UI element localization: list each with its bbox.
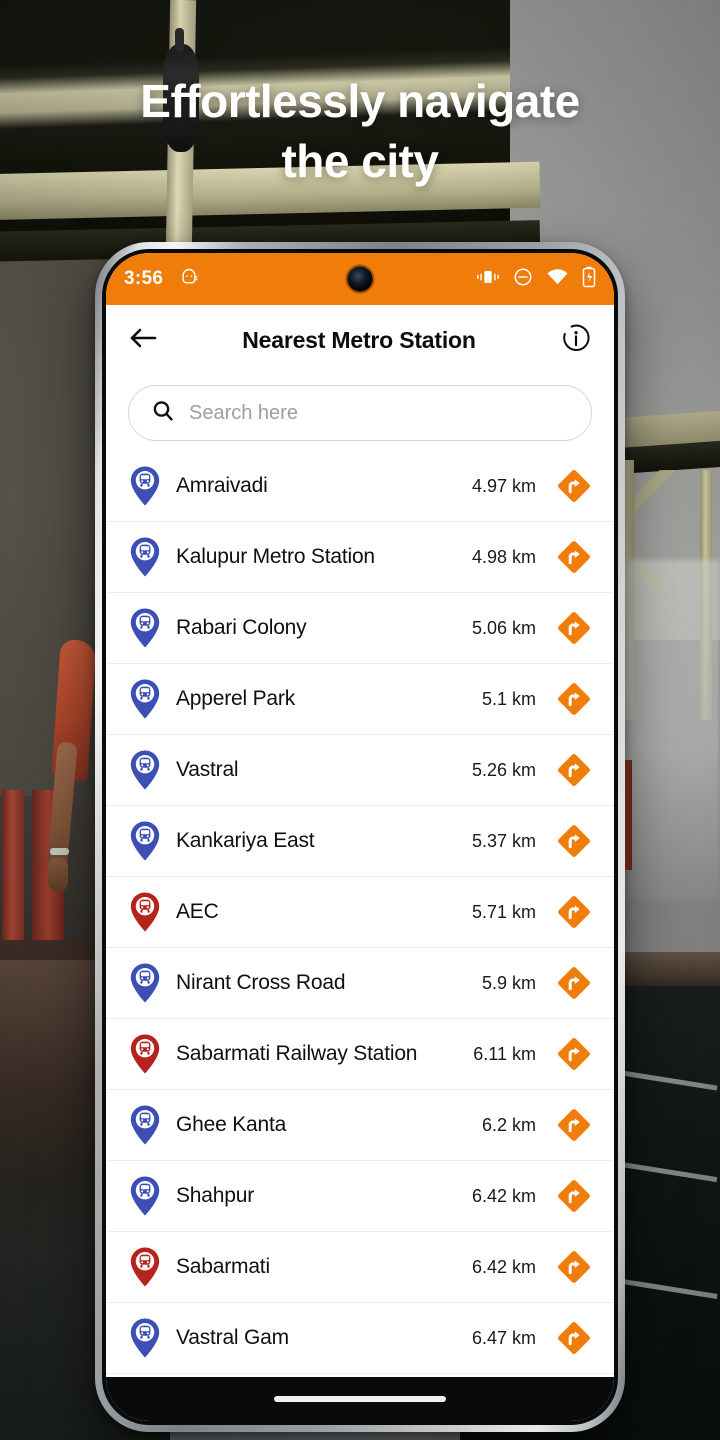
- station-name: Sabarmati Railway Station: [176, 1042, 418, 1065]
- status-bar-right: [476, 253, 596, 305]
- station-name: Amraivadi: [176, 474, 268, 497]
- railway-station-pin-icon: [128, 891, 162, 933]
- directions-arrow-icon[interactable]: [556, 1107, 592, 1143]
- list-item[interactable]: Nirant Cross Road 5.9 km: [106, 948, 614, 1019]
- station-distance: 4.97 km: [471, 475, 536, 496]
- wifi-icon: [546, 268, 569, 291]
- list-item[interactable]: Ghee Kanta 6.2 km: [106, 1090, 614, 1161]
- station-name: Vastral Gam: [176, 1326, 289, 1349]
- metro-station-pin-icon: [128, 820, 162, 862]
- station-distance: 5.26 km: [471, 759, 536, 780]
- directions-arrow-icon[interactable]: [556, 1249, 592, 1285]
- metro-station-pin-icon: [128, 1104, 162, 1146]
- station-distance: 5.06 km: [471, 617, 536, 638]
- station-distance: 6.42 km: [471, 1185, 536, 1206]
- station-distance: 4.98 km: [471, 546, 536, 567]
- status-bar: 3:56: [106, 253, 614, 305]
- metro-station-pin-icon: [128, 749, 162, 791]
- list-item[interactable]: Kalupur Metro Station 4.98 km: [106, 522, 614, 593]
- list-item[interactable]: Vastral Gam 6.47 km: [106, 1303, 614, 1374]
- list-item[interactable]: Apperel Park 5.1 km: [106, 664, 614, 735]
- search-icon: [151, 399, 175, 428]
- station-distance: 6.47 km: [471, 1327, 536, 1348]
- railway-station-pin-icon: [128, 1246, 162, 1288]
- search-placeholder: Search here: [189, 401, 298, 424]
- list-item[interactable]: Amraivadi 4.97 km: [106, 451, 614, 522]
- search-input[interactable]: Search here: [128, 385, 592, 441]
- directions-arrow-icon[interactable]: [556, 539, 592, 575]
- front-camera-punch-hole: [347, 266, 373, 292]
- info-icon[interactable]: [560, 322, 592, 359]
- station-name: Ghee Kanta: [176, 1113, 287, 1136]
- status-bar-clock: 3:56: [124, 268, 164, 289]
- metro-station-pin-icon: [128, 536, 162, 578]
- page-title: Nearest Metro Station: [242, 326, 476, 353]
- station-distance: 5.71 km: [471, 901, 536, 922]
- battery-charging-icon: [582, 266, 596, 293]
- station-distance: 5.9 km: [481, 972, 536, 993]
- station-name: Kankariya East: [176, 829, 315, 852]
- station-distance: 6.11 km: [473, 1043, 536, 1064]
- back-arrow-icon[interactable]: [128, 326, 158, 355]
- metro-station-pin-icon: [128, 607, 162, 649]
- list-item[interactable]: Kankariya East 5.37 km: [106, 806, 614, 877]
- app-header: Nearest Metro Station: [106, 305, 614, 375]
- station-distance: 6.2 km: [481, 1114, 536, 1135]
- railway-station-pin-icon: [128, 1033, 162, 1075]
- directions-arrow-icon[interactable]: [556, 610, 592, 646]
- station-name: Nirant Cross Road: [176, 971, 346, 994]
- directions-arrow-icon[interactable]: [556, 894, 592, 930]
- directions-arrow-icon[interactable]: [556, 823, 592, 859]
- directions-arrow-icon[interactable]: [556, 965, 592, 1001]
- directions-arrow-icon[interactable]: [556, 752, 592, 788]
- list-item[interactable]: Sabarmati 6.42 km: [106, 1232, 614, 1303]
- directions-arrow-icon[interactable]: [556, 1178, 592, 1214]
- station-distance: 5.37 km: [471, 830, 536, 851]
- metro-station-pin-icon: [128, 465, 162, 507]
- phone-screen: 3:56 Nearest Metro Station Search here A…: [106, 253, 614, 1421]
- promo-headline: Effortlessly navigate the city: [140, 75, 580, 187]
- metro-station-pin-icon: [128, 1175, 162, 1217]
- directions-arrow-icon[interactable]: [556, 1036, 592, 1072]
- metro-station-pin-icon: [128, 1317, 162, 1359]
- list-item[interactable]: Shahpur 6.42 km: [106, 1161, 614, 1232]
- station-distance: 5.1 km: [481, 688, 536, 709]
- station-name: Shahpur: [176, 1184, 254, 1207]
- list-item[interactable]: AEC 5.71 km: [106, 877, 614, 948]
- metro-station-pin-icon: [128, 962, 162, 1004]
- do-not-disturb-icon: [513, 267, 533, 292]
- list-item[interactable]: Rabari Colony 5.06 km: [106, 593, 614, 664]
- status-bar-left: 3:56: [124, 267, 199, 292]
- directions-arrow-icon[interactable]: [556, 681, 592, 717]
- home-gesture-pill[interactable]: [274, 1396, 446, 1402]
- station-distance: 6.42 km: [471, 1256, 536, 1277]
- phone-bezel: 3:56 Nearest Metro Station Search here A…: [102, 249, 618, 1425]
- directions-arrow-icon[interactable]: [556, 468, 592, 504]
- phone-mockup-frame: 3:56 Nearest Metro Station Search here A…: [95, 242, 625, 1432]
- station-name: Apperel Park: [176, 687, 295, 710]
- vibrate-icon: [476, 268, 500, 291]
- metro-station-pin-icon: [128, 678, 162, 720]
- system-navigation-bar: [106, 1377, 614, 1421]
- station-name: Rabari Colony: [176, 616, 307, 639]
- station-list[interactable]: Amraivadi 4.97 km Kalupur Metro Station 4.…: [106, 451, 614, 1377]
- list-item[interactable]: Sabarmati Railway Station 6.11 km: [106, 1019, 614, 1090]
- android-debug-icon: [179, 267, 199, 292]
- list-item[interactable]: Vastral 5.26 km: [106, 735, 614, 806]
- directions-arrow-icon[interactable]: [556, 1320, 592, 1356]
- station-name: AEC: [176, 900, 219, 923]
- search-section: Search here: [106, 375, 614, 451]
- station-name: Kalupur Metro Station: [176, 545, 375, 568]
- station-name: Sabarmati: [176, 1255, 270, 1278]
- station-name: Vastral: [176, 758, 239, 781]
